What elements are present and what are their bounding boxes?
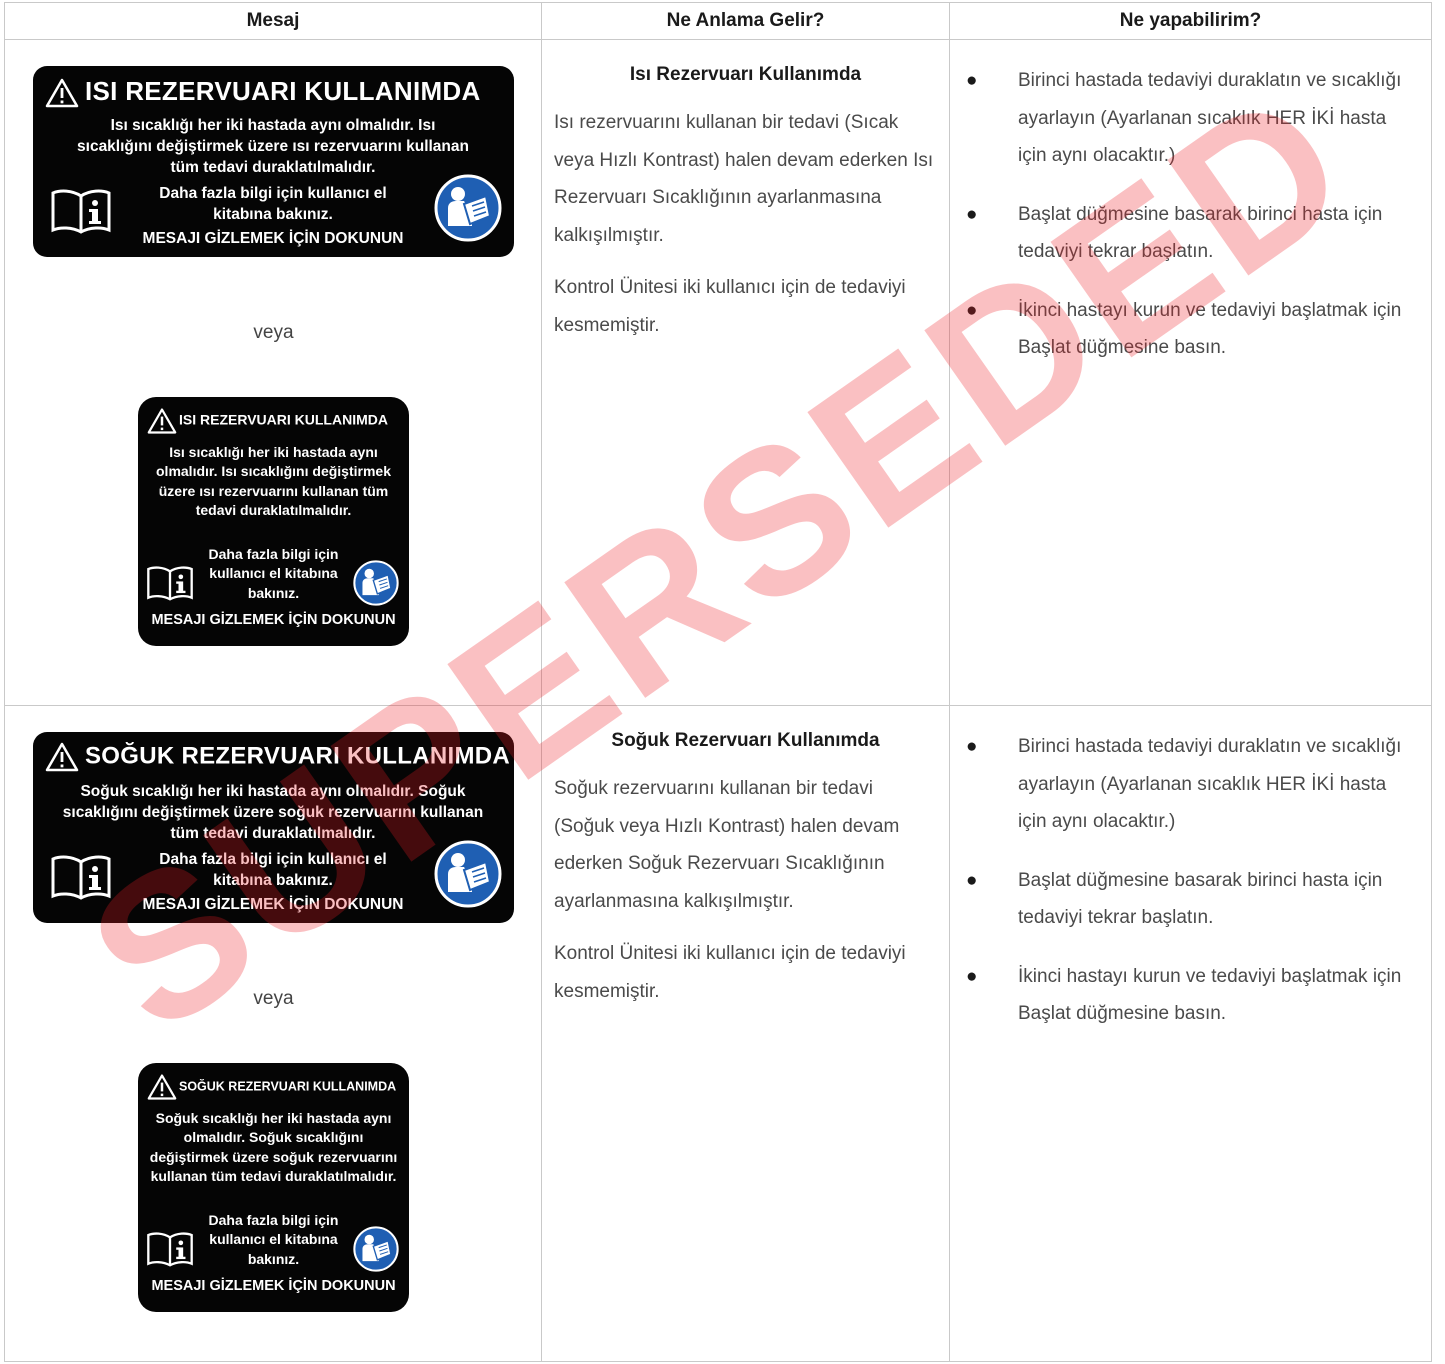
warning-triangle-icon (45, 78, 79, 108)
list-item: ● Birinci hastada tedaviyi duraklatın ve … (950, 728, 1431, 841)
header-mesaj: Mesaj (4, 2, 542, 40)
read-manual-icon (353, 1226, 399, 1272)
read-manual-icon (434, 840, 502, 908)
bullet-icon: ● (966, 203, 978, 225)
screen-body: Isı sıcaklığı her iki hastada aynı olmal… (156, 444, 391, 518)
list-item: ● Başlat düğmesine basarak birinci hasta … (950, 862, 1431, 937)
action-cell: ● Birinci hastada tedaviyi duraklatın ve … (949, 705, 1432, 1362)
screen-title: SOĞUK REZERVUARI KULLANIMDA (147, 1073, 396, 1101)
screen-body: Soğuk sıcaklığı her iki hastada aynı olm… (62, 783, 484, 842)
meaning-paragraph: Kontrol Ünitesi iki kullanıcı için de te… (554, 277, 906, 336)
meaning-paragraph: Isı rezervuarını kullanan bir tedavi (Sı… (554, 112, 934, 246)
screen-message-small: SOĞUK REZERVUARI KULLANIMDA Soğuk sıcakl… (138, 1063, 409, 1312)
manual-book-icon (51, 855, 111, 900)
bullet-icon: ● (966, 965, 978, 987)
meaning-paragraph: Soğuk rezervuarını kullanan bir tedavi (… (554, 778, 900, 912)
screen-title: ISI REZERVUARI KULLANIMDA (147, 407, 388, 435)
manual-book-icon (147, 566, 193, 601)
hide-message-label[interactable]: MESAJI GİZLEMEK İÇİN DOKUNUN (138, 612, 409, 628)
action-list: ● Birinci hastada tedaviyi duraklatın ve … (950, 728, 1431, 1033)
screen-title: SOĞUK REZERVUARI KULLANIMDA (45, 742, 510, 772)
screen-message-large: SOĞUK REZERVUARI KULLANIMDA Soğuk sıcakl… (33, 732, 514, 923)
manual-book-icon (147, 1232, 193, 1267)
screen-more-info: Daha fazla bilgi için kullanıcı el kitab… (208, 1212, 339, 1267)
list-item: ● İkinci hastayı kurun ve tedaviyi başlat… (950, 958, 1431, 1033)
list-item: ● Birinci hastada tedaviyi duraklatın ve … (950, 62, 1431, 175)
meaning-paragraph: Kontrol Ünitesi iki kullanıcı için de te… (554, 943, 906, 1002)
meaning-cell: Soğuk Rezervuarı Kullanımda Soğuk rezerv… (541, 705, 950, 1362)
bullet-icon: ● (966, 869, 978, 891)
bullet-icon: ● (966, 736, 978, 757)
or-label: veya (253, 988, 294, 1009)
screen-more-info: Daha fazla bilgi için kullanıcı el kitab… (208, 546, 339, 601)
table-row: SOĞUK REZERVUARI KULLANIMDA Soğuk sıcakl… (4, 705, 1432, 1362)
or-label: veya (253, 322, 294, 343)
header-meaning: Ne Anlama Gelir? (541, 2, 950, 40)
meaning-cell: Isı Rezervuarı Kullanımda Isı rezervuarı… (541, 39, 950, 706)
table-row: ISI REZERVUARI KULLANIMDA Isı sıcaklığı … (4, 39, 1432, 706)
message-cell: SOĞUK REZERVUARI KULLANIMDA Soğuk sıcakl… (4, 705, 542, 1362)
screen-more-info: Daha fazla bilgi için kullanıcı el kitab… (159, 185, 387, 223)
header-row: Mesaj Ne Anlama Gelir? Ne yapabilirim? (4, 2, 1432, 40)
list-item: ● İkinci hastayı kurun ve tedaviyi başlat… (950, 292, 1431, 367)
screen-message-small: ISI REZERVUARI KULLANIMDA Isı sıcaklığı … (138, 397, 409, 646)
warning-triangle-icon (45, 742, 79, 772)
action-list: ● Birinci hastada tedaviyi duraklatın ve … (950, 62, 1431, 367)
message-table: Mesaj Ne Anlama Gelir? Ne yapabilirim? I… (4, 2, 1432, 1362)
meaning-title: Soğuk Rezervuarı Kullanımda (611, 730, 880, 751)
warning-triangle-icon (147, 408, 177, 434)
bullet-icon: ● (966, 70, 978, 91)
list-item: ● Başlat düğmesine basarak birinci hasta … (950, 196, 1431, 271)
header-action: Ne yapabilirim? (949, 2, 1432, 40)
hide-message-label[interactable]: MESAJI GİZLEMEK İÇİN DOKUNUN (133, 896, 413, 914)
screen-more-info: Daha fazla bilgi için kullanıcı el kitab… (159, 851, 387, 889)
bullet-icon: ● (966, 299, 978, 321)
message-cell: ISI REZERVUARI KULLANIMDA Isı sıcaklığı … (4, 39, 542, 706)
screen-body: Isı sıcaklığı her iki hastada aynı olmal… (77, 117, 469, 176)
screen-title: ISI REZERVUARI KULLANIMDA (45, 76, 481, 108)
screen-message-large: ISI REZERVUARI KULLANIMDA Isı sıcaklığı … (33, 66, 514, 257)
meaning-title: Isı Rezervuarı Kullanımda (629, 64, 862, 85)
hide-message-label[interactable]: MESAJI GİZLEMEK İÇİN DOKUNUN (133, 230, 413, 248)
read-manual-icon (434, 174, 502, 242)
hide-message-label[interactable]: MESAJI GİZLEMEK İÇİN DOKUNUN (138, 1278, 409, 1294)
action-cell: ● Birinci hastada tedaviyi duraklatın ve … (949, 39, 1432, 706)
manual-book-icon (51, 189, 111, 234)
screen-body: Soğuk sıcaklığı her iki hastada aynı olm… (149, 1110, 398, 1184)
read-manual-icon (353, 560, 399, 606)
warning-triangle-icon (147, 1074, 177, 1100)
